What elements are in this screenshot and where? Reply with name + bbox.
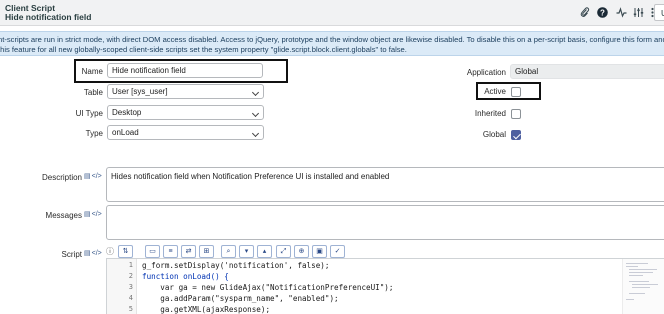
script-search-icon[interactable]: ⌕ [221, 245, 236, 258]
code-minimap[interactable] [622, 259, 664, 314]
translate-icon[interactable]: ▤ [84, 172, 91, 180]
find-next-icon[interactable]: ▾ [239, 245, 254, 258]
form-header: Client Script Hide notification field ? … [0, 0, 664, 26]
ui-type-label: UI Type [75, 109, 103, 118]
replace-icon[interactable]: ⇄ [181, 245, 196, 258]
translate-icon[interactable]: ▤ [84, 249, 91, 257]
fullscreen-icon[interactable]: ⤢ [276, 245, 291, 258]
global-label: Global [482, 130, 506, 139]
active-label: Active [484, 87, 506, 96]
svg-text:?: ? [600, 8, 605, 17]
script-field-icons: ▤</> [83, 249, 102, 257]
inherited-label: Inherited [474, 109, 506, 118]
save-icon[interactable]: ▣ [312, 245, 327, 258]
ui-type-select[interactable]: Desktop [107, 105, 264, 120]
messages-field-icons: ▤</> [83, 210, 102, 218]
info-banner: nt-scripts are run in strict mode, with … [0, 31, 664, 56]
paperclip-icon[interactable] [578, 6, 591, 19]
inherited-checkbox[interactable] [511, 109, 521, 119]
name-field[interactable]: Hide notification field [107, 63, 263, 78]
code-line[interactable]: ga.addParam("sysparm_name", "enabled"); [142, 294, 338, 303]
description-label: Description [41, 173, 82, 182]
line-number: 4 [128, 294, 133, 302]
code-icon[interactable]: </> [92, 173, 102, 180]
comment-icon[interactable]: ▭ [145, 245, 160, 258]
script-search-icon[interactable]: ⊞ [199, 245, 214, 258]
activity-icon[interactable] [615, 6, 628, 19]
description-field-icons: ▤</> [83, 172, 102, 180]
debug-icon[interactable]: ⊕ [294, 245, 309, 258]
code-line[interactable]: g_form.setDisplay('notification', false)… [142, 261, 329, 270]
line-number: 1 [128, 261, 133, 269]
script-help-icon[interactable]: ⓘ [106, 246, 114, 257]
help-icon[interactable]: ? [596, 6, 609, 19]
code-icon[interactable]: </> [92, 211, 102, 218]
messages-field[interactable] [106, 205, 664, 240]
code-line[interactable]: ga.getXML(ajaxResponse); [142, 305, 270, 314]
description-field[interactable]: Hides notification field when Notificati… [106, 167, 664, 202]
format-icon[interactable]: ≡ [163, 245, 178, 258]
global-checkbox[interactable] [511, 130, 521, 140]
settings-icon[interactable] [632, 6, 645, 19]
toggle-syntax-icon[interactable]: ⇅ [118, 245, 133, 258]
line-number: 3 [128, 283, 133, 291]
check-syntax-icon[interactable]: ✓ [330, 245, 345, 258]
translate-icon[interactable]: ▤ [84, 210, 91, 218]
type-select[interactable]: onLoad [107, 125, 264, 140]
application-label: Application [466, 68, 506, 77]
line-number: 5 [128, 305, 133, 313]
type-label: Type [85, 129, 103, 138]
code-line[interactable]: var ga = new GlideAjax("NotificationPref… [142, 283, 393, 292]
banner-line-2: this feature for all new globally-scoped… [0, 45, 407, 54]
line-number: 2 [128, 272, 133, 280]
script-label: Script [61, 250, 82, 259]
application-field: Global [510, 64, 664, 79]
active-checkbox[interactable] [511, 87, 521, 97]
find-prev-icon[interactable]: ▴ [257, 245, 272, 258]
record-name-label: Hide notification field [5, 12, 92, 22]
code-line[interactable]: function onLoad() { [142, 272, 229, 281]
banner-line-1: nt-scripts are run in strict mode, with … [0, 35, 664, 44]
name-label: Name [81, 67, 103, 76]
code-icon[interactable]: </> [92, 250, 102, 257]
update-button[interactable]: U [654, 4, 664, 21]
table-label: Table [83, 88, 103, 97]
messages-label: Messages [45, 211, 82, 220]
table-select[interactable]: User [sys_user] [107, 84, 264, 99]
script-editor[interactable]: 1 2 3 4 5 g_form.setDisplay('notificatio… [106, 258, 664, 314]
